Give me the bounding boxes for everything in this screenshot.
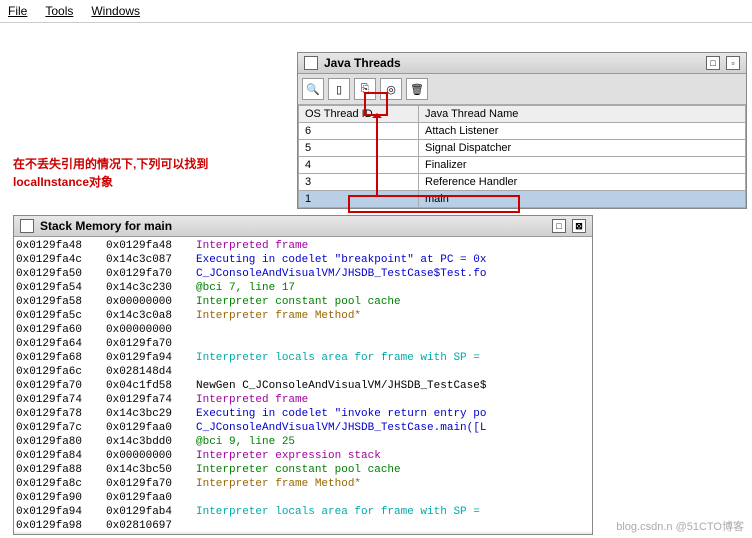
- cell-id: 4: [299, 157, 419, 174]
- cell-name: Attach Listener: [419, 123, 746, 140]
- stack-row: 0x0129fa740x0129fa74Interpreted frame: [16, 393, 590, 407]
- stack-row: 0x0129fa780x14c3bc29Executing in codelet…: [16, 407, 590, 421]
- stack-row: 0x0129fa640x0129fa70: [16, 337, 590, 351]
- menu-file[interactable]: File: [8, 4, 27, 18]
- java-threads-window: Java Threads □ ▫ 🔍 ▯ ⎘ ◎ 🗑 OS Thread ID …: [297, 52, 747, 209]
- stack-row: 0x0129fa980x02810697: [16, 519, 590, 532]
- menubar: File Tools Windows: [0, 0, 752, 23]
- stack-row: 0x0129fa800x14c3bdd0@bci 9, line 25: [16, 435, 590, 449]
- col-os-thread-id[interactable]: OS Thread ID: [299, 106, 419, 123]
- stack-row: 0x0129fa580x00000000Interpreter constant…: [16, 295, 590, 309]
- menu-tools[interactable]: Tools: [45, 4, 73, 18]
- stack-row: 0x0129fa680x0129fa94Interpreter locals a…: [16, 351, 590, 365]
- stack-memory-window: Stack Memory for main □ ⊠ 0x0129fa480x01…: [13, 215, 593, 535]
- table-row[interactable]: 3Reference Handler: [299, 174, 746, 191]
- window-titlebar[interactable]: Stack Memory for main □ ⊠: [14, 216, 592, 237]
- annotation-arrow: [376, 114, 378, 196]
- stack-row: 0x0129fa900x0129faa0: [16, 491, 590, 505]
- maximize-icon[interactable]: □: [706, 56, 720, 70]
- thread-button[interactable]: ▯: [328, 78, 350, 100]
- stack-row: 0x0129fa840x00000000Interpreter expressi…: [16, 449, 590, 463]
- cell-name: Signal Dispatcher: [419, 140, 746, 157]
- cell-name: Finalizer: [419, 157, 746, 174]
- annotation-side: 在不丢失引用的情况下,下列可以找到localInstance对象: [13, 155, 208, 191]
- col-java-thread-name[interactable]: Java Thread Name: [419, 106, 746, 123]
- table-row[interactable]: 5Signal Dispatcher: [299, 140, 746, 157]
- thread-table: OS Thread ID Java Thread Name 6Attach Li…: [298, 105, 746, 208]
- stack-row: 0x0129fa940x0129fab4Interpreter locals a…: [16, 505, 590, 519]
- delete-button[interactable]: 🗑: [406, 78, 428, 100]
- stack-row: 0x0129fa500x0129fa70C_JConsoleAndVisualV…: [16, 267, 590, 281]
- stack-row: 0x0129fa600x00000000: [16, 323, 590, 337]
- inspect-button[interactable]: 🔍: [302, 78, 324, 100]
- menu-windows[interactable]: Windows: [91, 4, 140, 18]
- stack-row: 0x0129fa480x0129fa48Interpreted frame: [16, 239, 590, 253]
- restore-icon[interactable]: ▫: [726, 56, 740, 70]
- stack-row: 0x0129fa7c0x0129faa0C_JConsoleAndVisualV…: [16, 421, 590, 435]
- window-icon: [304, 56, 318, 70]
- watermark: blog.csdn.n @51CTO博客: [616, 518, 744, 534]
- cell-id: 3: [299, 174, 419, 191]
- stack-memory-content[interactable]: 0x0129fa480x0129fa48Interpreted frame0x0…: [14, 237, 592, 532]
- table-row[interactable]: 6Attach Listener: [299, 123, 746, 140]
- cell-id: 5: [299, 140, 419, 157]
- stack-row: 0x0129fa880x14c3bc50Interpreter constant…: [16, 463, 590, 477]
- window-icon: [20, 219, 34, 233]
- stack-row: 0x0129fa700x04c1fd58NewGen C_JConsoleAnd…: [16, 379, 590, 393]
- maximize-icon[interactable]: □: [552, 219, 566, 233]
- stack-row: 0x0129fa540x14c3c230@bci 7, line 17: [16, 281, 590, 295]
- cell-id: 6: [299, 123, 419, 140]
- window-titlebar[interactable]: Java Threads □ ▫: [298, 53, 746, 74]
- window-title-text: Stack Memory for main: [40, 219, 172, 233]
- stack-row: 0x0129fa8c0x0129fa70Interpreter frame Me…: [16, 477, 590, 491]
- cell-name: Reference Handler: [419, 174, 746, 191]
- stack-row: 0x0129fa5c0x14c3c0a8Interpreter frame Me…: [16, 309, 590, 323]
- highlight-main-row: [348, 195, 520, 213]
- table-row[interactable]: 4Finalizer: [299, 157, 746, 174]
- stack-row: 0x0129fa4c0x14c3c087Executing in codelet…: [16, 253, 590, 267]
- window-title-text: Java Threads: [324, 56, 401, 70]
- close-icon[interactable]: ⊠: [572, 219, 586, 233]
- stack-row: 0x0129fa6c0x028148d4: [16, 365, 590, 379]
